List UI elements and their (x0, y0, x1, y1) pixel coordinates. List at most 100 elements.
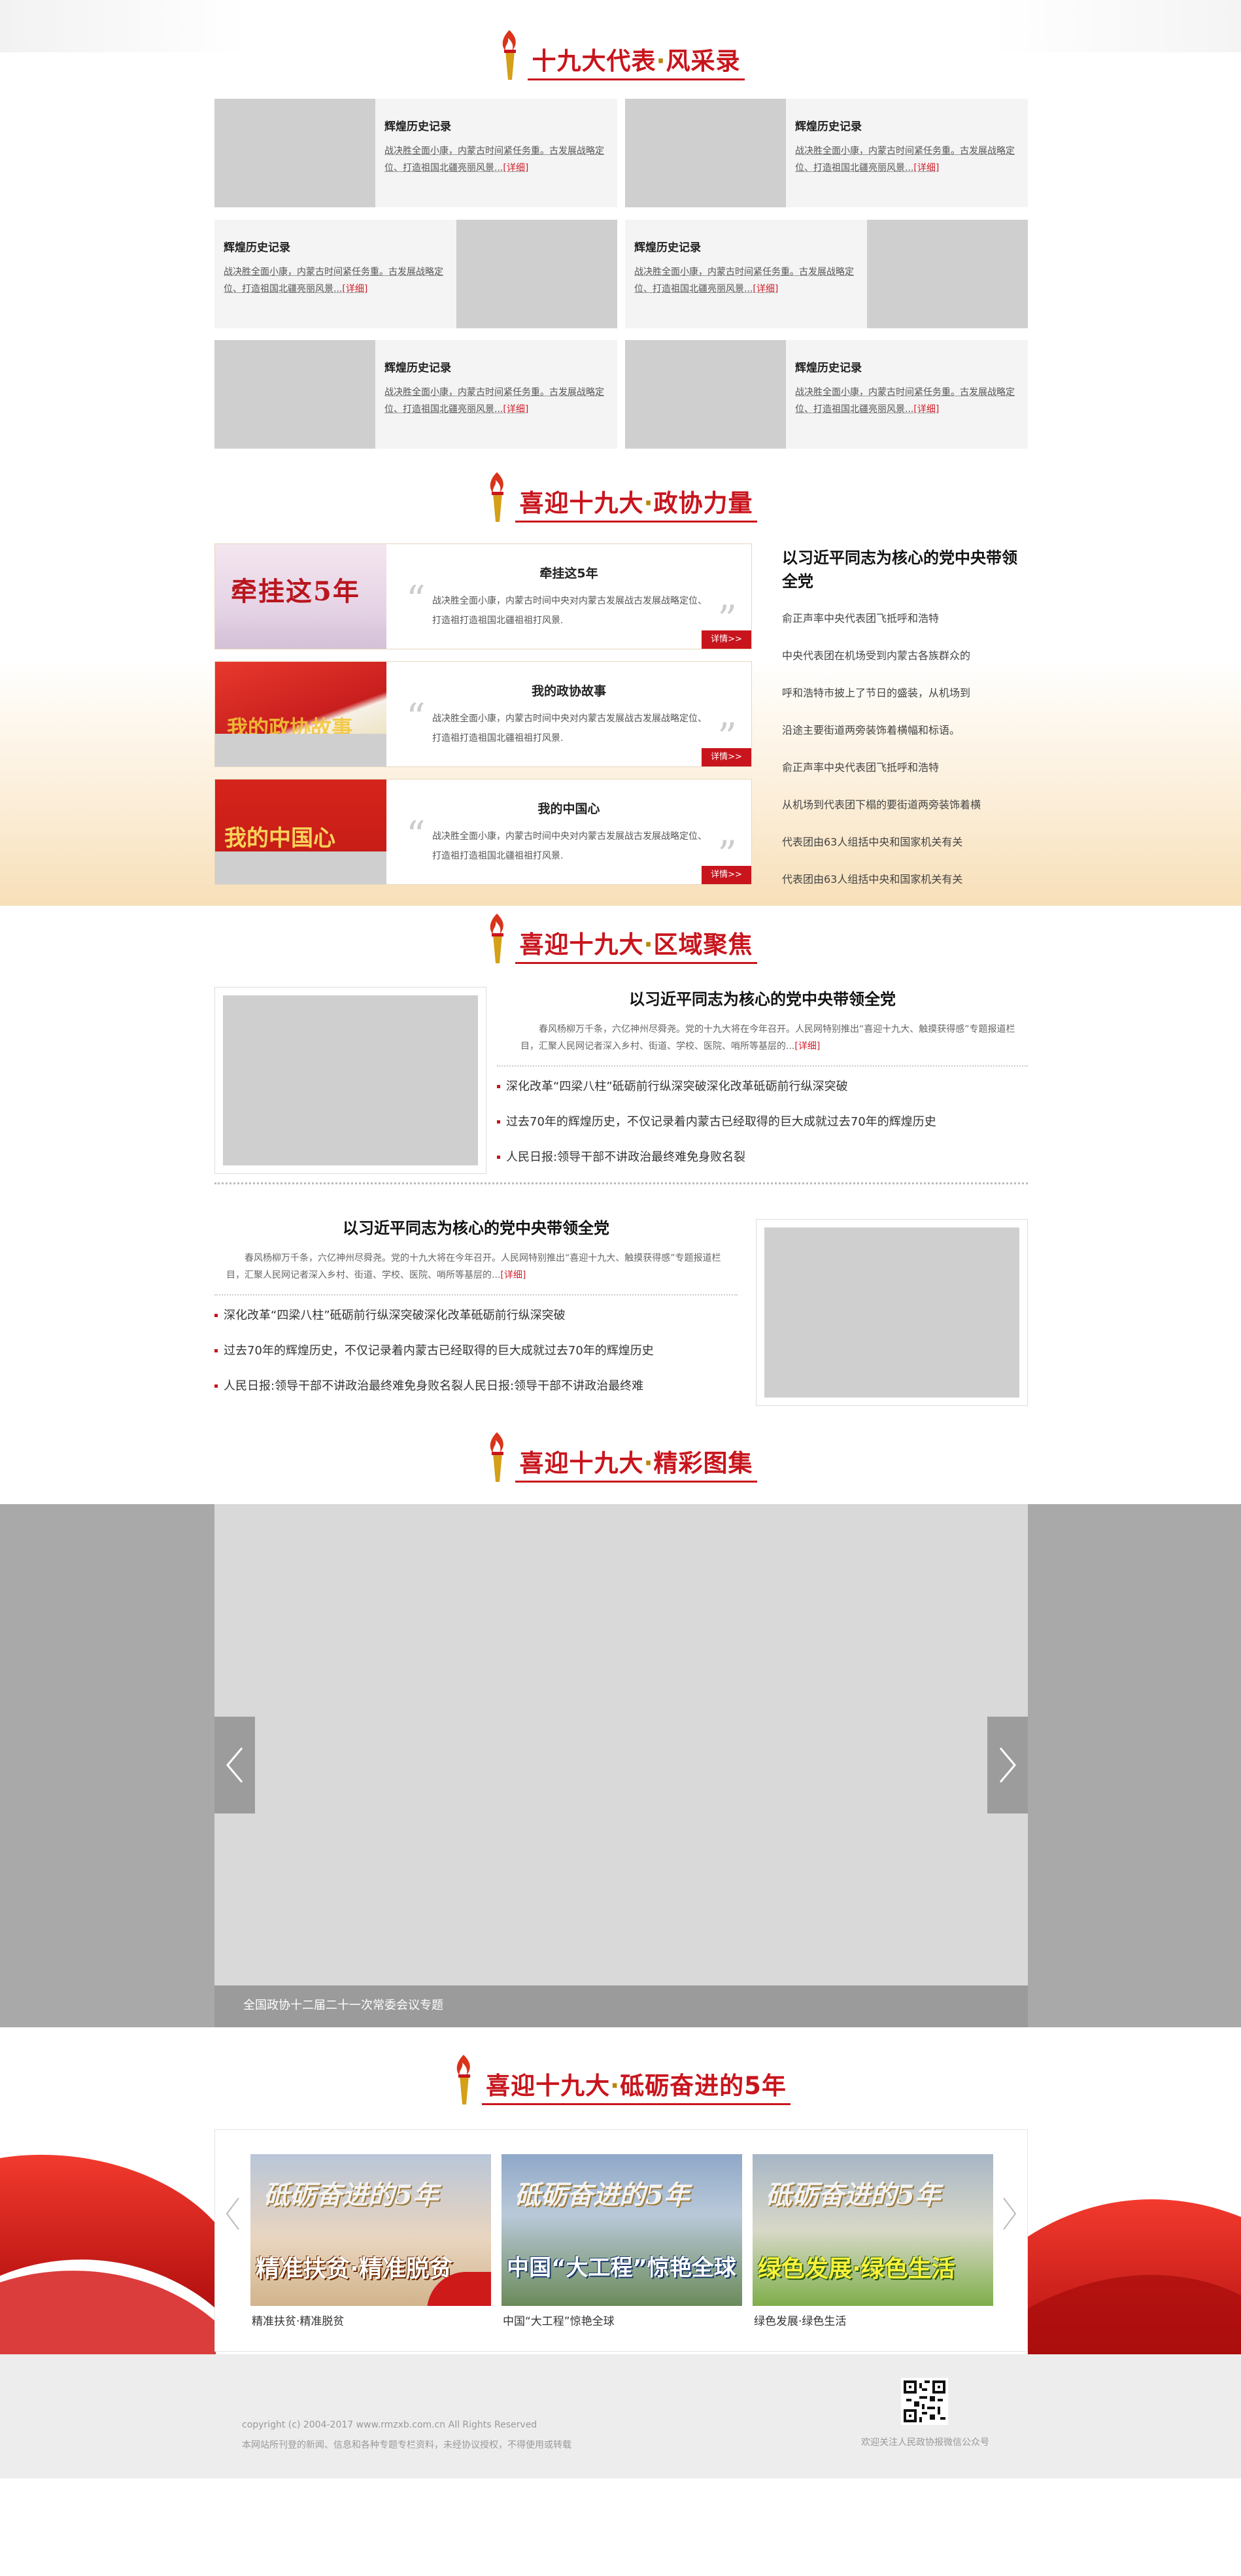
cppcc-item-desc: 战决胜全面小康，内蒙古时间中央对内蒙古发展战古发展战略定位、打造祖打造祖国北疆祖… (432, 713, 707, 744)
rep-card-title: 辉煌历史记录 (634, 241, 701, 254)
open-quote-icon: “ (406, 577, 426, 622)
fiveyears-thumb[interactable]: 砥砺奋进的5年 中国“大工程”惊艳全球 (502, 2154, 742, 2306)
rep-card-desc: 战决胜全面小康，内蒙古时间紧任务重。古发展战略定位、打造祖国北疆亮丽风景... (795, 146, 1015, 173)
footer-note: 本网站所刊登的新闻、信息和各种专题专栏资料，未经协议授权，不得使用或转载 (242, 2440, 571, 2450)
rep-card-more-link[interactable]: [详细] (342, 284, 367, 294)
list-item[interactable]: 深化改革“四梁八柱”砥砺前行纵深突破深化改革砥砺前行纵深突破 (497, 1069, 1028, 1105)
chevron-left-icon (226, 1747, 243, 1783)
rep-card[interactable]: 辉煌历史记录 战决胜全面小康，内蒙古时间紧任务重。古发展战略定位、打造祖国北疆亮… (214, 340, 617, 449)
rep-card-title: 辉煌历史记录 (384, 362, 451, 375)
list-item[interactable]: 呼和浩特市披上了节日的盛装，从机场到 (782, 674, 1028, 712)
cppcc-banner-image: 牵挂这5年 (215, 544, 386, 649)
rep-card-title: 辉煌历史记录 (795, 120, 862, 133)
fiveyears-thumb[interactable]: 砥砺奋进的5年 绿色发展·绿色生活 (753, 2154, 993, 2306)
section-title-text: 十九大代表 (532, 47, 656, 75)
chevron-right-icon (999, 1747, 1016, 1783)
rep-card[interactable]: 辉煌历史记录 战决胜全面小康，内蒙古时间紧任务重。古发展战略定位、打造祖国北疆亮… (214, 220, 617, 328)
region-more-link[interactable]: [详细] (794, 1041, 820, 1052)
rep-card-more-link[interactable]: [详细] (753, 284, 778, 294)
rep-card[interactable]: 辉煌历史记录 战决胜全面小康，内蒙古时间紧任务重。古发展战略定位、打造祖国北疆亮… (625, 99, 1028, 207)
qr-code-icon (904, 2380, 945, 2422)
cppcc-more-button[interactable]: 详情>> (702, 630, 751, 649)
cppcc-section: 牵挂这5年 牵挂这5年 “ 战决胜全面小康，内蒙古时间中央对内蒙古发展战古发展战… (214, 543, 1028, 890)
torch-icon (503, 30, 517, 80)
fiveyears-prev-button[interactable] (220, 2191, 246, 2237)
rep-card-title: 辉煌历史记录 (224, 241, 290, 254)
list-item[interactable]: 深化改革“四梁八柱”砥砺前行纵深突破深化改革砥砺前行纵深突破 (214, 1298, 738, 1333)
cppcc-right-headline[interactable]: 以习近平同志为核心的党中央带领全党 (782, 546, 1028, 593)
gallery-slide[interactable]: 全国政协十二届二十一次常委会议专题 (214, 1504, 1028, 2027)
region-photo[interactable] (756, 1219, 1028, 1406)
region-desc: 春风杨柳万千条，六亿神州尽舜尧。党的十九大将在今年召开。人民网特别推出“喜迎十九… (226, 1253, 721, 1280)
list-item[interactable]: 人民日报:领导干部不讲政治最终难免身败名裂 (497, 1140, 1028, 1175)
qr-code[interactable] (901, 2378, 948, 2425)
cppcc-banner-text: 我的中国心 (224, 825, 335, 851)
gallery-next-button[interactable] (987, 1717, 1028, 1813)
torch-icon (490, 472, 504, 522)
cppcc-item-title: 我的中国心 (537, 802, 600, 816)
qr-caption: 欢迎关注人民政协报微信公众号 (861, 2437, 989, 2448)
list-item[interactable]: 过去70年的辉煌历史，不仅记录着内蒙古已经取得的巨大成就过去70年的辉煌历史 (497, 1105, 1028, 1140)
rep-card-title: 辉煌历史记录 (795, 362, 862, 375)
list-item[interactable]: 过去70年的辉煌历史，不仅记录着内蒙古已经取得的巨大成就过去70年的辉煌历史 (214, 1333, 738, 1369)
list-item[interactable]: 沿途主要街道两旁装饰着横幅和标语。 (782, 712, 1028, 749)
list-item[interactable]: 代表团由63人组括中央和国家机关有关 (782, 823, 1028, 861)
fiveyears-thumb-caption[interactable]: 中国“大工程”惊艳全球 (503, 2312, 615, 2328)
rep-card-desc: 战决胜全面小康，内蒙古时间紧任务重。古发展战略定位、打造祖国北疆亮丽风景... (795, 387, 1015, 415)
cppcc-banner-image: 我的中国心 (215, 780, 386, 884)
rep-card-more-link[interactable]: [详细] (503, 163, 528, 173)
cppcc-banner-image: 我的政协故事 (215, 662, 386, 766)
rep-card[interactable]: 辉煌历史记录 战决胜全面小康，内蒙古时间紧任务重。古发展战略定位、打造祖国北疆亮… (625, 340, 1028, 449)
rep-photo (625, 99, 786, 207)
rep-photo (214, 340, 375, 449)
cppcc-item-title: 我的政协故事 (531, 684, 606, 698)
region-photo[interactable] (214, 987, 486, 1174)
region-news-list: 深化改革“四梁八柱”砥砺前行纵深突破深化改革砥砺前行纵深突破 过去70年的辉煌历… (497, 1069, 1028, 1175)
cppcc-item-title: 牵挂这5年 (539, 566, 598, 581)
fiveyears-thumb-caption[interactable]: 精准扶贫·精准脱贫 (252, 2312, 344, 2328)
rep-card[interactable]: 辉煌历史记录 战决胜全面小康，内蒙古时间紧任务重。古发展战略定位、打造祖国北疆亮… (625, 220, 1028, 328)
list-item[interactable]: 代表团由63人组括中央和国家机关有关 (782, 861, 1028, 898)
cppcc-more-button[interactable]: 详情>> (702, 748, 751, 766)
fiveyears-thumb[interactable]: 砥砺奋进的5年 精准扶贫·精准脱贫 (250, 2154, 491, 2306)
section-title-text: 喜迎十九大 (486, 2072, 611, 2100)
region-block: 以习近平同志为核心的党中央带领全党 春风杨柳万千条，六亿神州尽舜尧。党的十九大将… (497, 981, 1028, 1175)
gallery-prev-button[interactable] (214, 1717, 255, 1813)
rep-card-title: 辉煌历史记录 (384, 120, 451, 133)
list-item[interactable]: 人民日报:领导干部不讲政治最终难免身败名裂人民日报:领导干部不讲政治最终难 (214, 1369, 738, 1404)
rep-card-more-link[interactable]: [详细] (503, 404, 528, 415)
list-item[interactable]: 俞正声率中央代表团飞抵呼和浩特 (782, 749, 1028, 786)
section-title-fiveyears: 喜迎十九大·砥砺奋进的5年 (0, 2047, 1241, 2112)
cppcc-item[interactable]: 牵挂这5年 牵挂这5年 “ 战决胜全面小康，内蒙古时间中央对内蒙古发展战古发展战… (214, 543, 752, 649)
region-news-list: 深化改革“四梁八柱”砥砺前行纵深突破深化改革砥砺前行纵深突破 过去70年的辉煌历… (214, 1298, 738, 1404)
list-item[interactable]: 中央代表团在机场受到内蒙古各族群众的 (782, 637, 1028, 674)
rep-card-desc: 战决胜全面小康，内蒙古时间紧任务重。古发展战略定位、打造祖国北疆亮丽风景... (384, 146, 604, 173)
cppcc-item-desc: 战决胜全面小康，内蒙古时间中央对内蒙古发展战古发展战略定位、打造祖打造祖国北疆祖… (432, 596, 707, 626)
region-title[interactable]: 以习近平同志为核心的党中央带领全党 (497, 986, 1028, 1009)
cppcc-more-button[interactable]: 详情>> (702, 866, 751, 884)
rep-card-more-link[interactable]: [详细] (913, 404, 939, 415)
open-quote-icon: “ (406, 813, 426, 857)
section-title-representatives: 十九大代表·风采录 (0, 22, 1241, 88)
region-more-link[interactable]: [详细] (500, 1270, 526, 1280)
rep-card-more-link[interactable]: [详细] (913, 163, 939, 173)
footer-copyright: copyright (c) 2004-2017 www.rmzxb.com.cn… (242, 2420, 537, 2430)
rep-card-desc: 战决胜全面小康，内蒙古时间紧任务重。古发展战略定位、打造祖国北疆亮丽风景... (224, 267, 443, 294)
rep-card-desc: 战决胜全面小康，内蒙古时间紧任务重。古发展战略定位、打造祖国北疆亮丽风景... (634, 267, 854, 294)
fiveyears-next-button[interactable] (996, 2191, 1023, 2237)
cppcc-banner-text: 牵挂这5年 (231, 576, 360, 607)
thumb-art-title: 砥砺奋进的5年 (264, 2180, 439, 2210)
region-title[interactable]: 以习近平同志为核心的党中央带领全党 (214, 1215, 738, 1238)
rep-card[interactable]: 辉煌历史记录 战决胜全面小康，内蒙古时间紧任务重。古发展战略定位、打造祖国北疆亮… (214, 99, 617, 207)
cppcc-item[interactable]: 我的中国心 我的中国心 “ 战决胜全面小康，内蒙古时间中央对内蒙古发展战古发展战… (214, 779, 752, 885)
section-title-region: 喜迎十九大·区域聚焦 (0, 906, 1241, 971)
cppcc-item[interactable]: 我的政协故事 我的政协故事 “ 战决胜全面小康，内蒙古时间中央对内蒙古发展战古发… (214, 661, 752, 767)
thumb-headline: 中国“大工程”惊艳全球 (507, 2255, 736, 2281)
list-item[interactable]: 从机场到代表团下榻的要街道两旁装饰着横 (782, 786, 1028, 823)
list-item[interactable]: 俞正声率中央代表团飞抵呼和浩特 (782, 600, 1028, 637)
rep-photo (625, 340, 786, 449)
fiveyears-thumb-caption[interactable]: 绿色发展·绿色生活 (754, 2312, 846, 2328)
thumb-headline: 绿色发展·绿色生活 (758, 2256, 955, 2282)
rep-photo (214, 99, 375, 207)
thumb-art-title: 砥砺奋进的5年 (515, 2180, 690, 2210)
